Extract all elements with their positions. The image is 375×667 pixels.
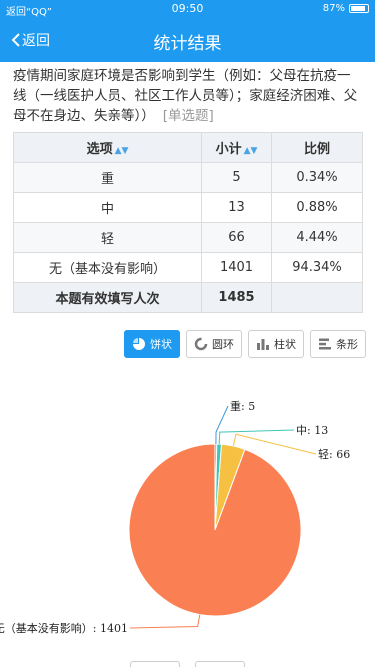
status-time: 09:50 [171,2,204,15]
sort-icon: ▲▼ [114,146,129,156]
sort-icon: ▲▼ [243,146,258,156]
question-text-block: 疫情期间家庭环境是否影响到学生（例如：父母在抗疫一线（一线医护人员、社区工作人员… [13,66,363,126]
col-header-ratio: 比例 [271,132,363,163]
pie-icon [133,338,145,350]
question-type-tag: [单选题] [162,108,214,124]
cell-count: 66 [201,222,272,253]
table-total-row: 本题有效填写人次 1485 [13,282,363,313]
table-row: 无（基本没有影响） 1401 94.34% [13,252,363,283]
chart-type-label: 条形 [336,338,358,351]
bottom-button-fragment[interactable] [130,661,180,667]
stats-table: 选项 ▲▼ 小计 ▲▼ 比例 重 5 0.34% 中 13 0.88% 轻 66 4… [13,132,363,313]
col-header-count[interactable]: 小计 ▲▼ [201,132,272,163]
col-header-option[interactable]: 选项 ▲▼ [13,132,202,163]
cell-option: 重 [13,162,202,193]
total-ratio-empty [271,282,363,313]
page-title: 统计结果 [153,34,222,54]
chart-type-strip-button[interactable]: 条形 [310,330,366,358]
cell-count: 5 [201,162,272,193]
pie-label: 轻: 66 [318,447,350,461]
cell-option: 中 [13,192,202,223]
pie-leader-line [129,614,201,629]
table-row: 重 5 0.34% [13,162,363,193]
ring-icon [194,337,208,351]
pie-chart: 重: 5 中: 13 轻: 66 无（基本没有影响）: 1401 [0,399,350,635]
pie-leader-line [215,405,229,445]
chart-type-pie-button[interactable]: 饼状 [124,330,180,358]
cell-ratio: 4.44% [271,222,363,253]
cell-option: 无（基本没有影响） [13,252,202,283]
pie-leader-line [218,429,295,445]
chart-type-label: 柱状 [274,338,296,351]
table-header-row: 选项 ▲▼ 小计 ▲▼ 比例 [13,132,363,163]
battery-icon [349,4,369,13]
pie-slice[interactable] [128,443,302,617]
nav-bar: 返回 统计结果 [0,18,375,62]
cell-count: 13 [201,192,272,223]
chart-type-selector: 饼状 圆环 柱状 条形 [124,330,366,358]
bar-icon [257,339,269,350]
pie-label: 中: 13 [296,424,328,437]
chart-type-label: 圆环 [212,338,234,351]
table-row: 中 13 0.88% [13,192,363,223]
total-label: 本题有效填写人次 [13,282,202,313]
cell-ratio: 0.34% [271,162,363,193]
cell-ratio: 94.34% [271,252,363,283]
status-right: 87% [323,3,369,14]
strip-icon [319,338,331,350]
battery-percent: 87% [322,3,345,14]
total-count: 1485 [201,282,272,313]
status-bar: 返回“QQ” 09:50 87% [0,0,375,18]
cell-option: 轻 [13,222,202,253]
chart-type-bar-button[interactable]: 柱状 [248,330,304,358]
cell-ratio: 0.88% [271,192,363,223]
pie-label: 重: 5 [230,399,255,413]
bottom-button-fragment[interactable] [195,661,245,667]
chart-type-label: 饼状 [150,338,172,351]
table-row: 轻 66 4.44% [13,222,363,253]
chart-type-ring-button[interactable]: 圆环 [186,330,242,358]
cell-count: 1401 [201,252,272,283]
pie-label: 无（基本没有影响）: 1401 [0,621,128,635]
